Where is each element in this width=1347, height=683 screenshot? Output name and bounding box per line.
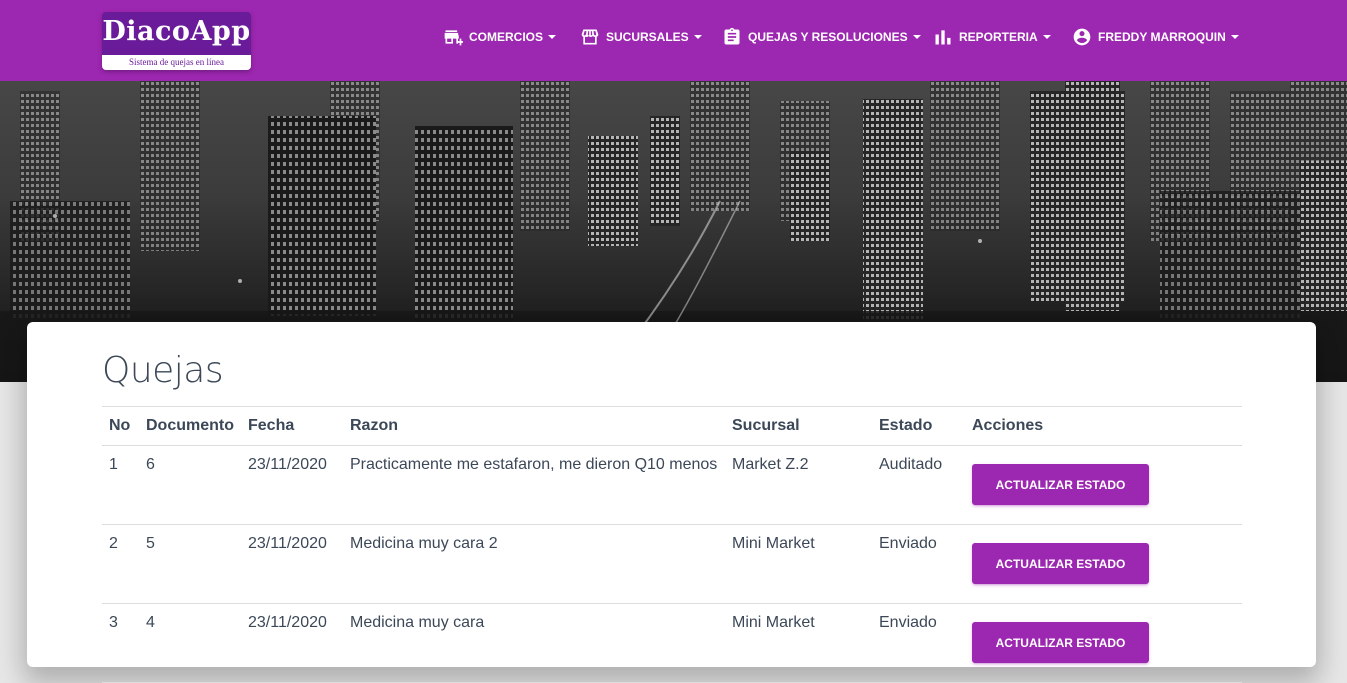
table-row: 3 4 23/11/2020 Medicina muy cara Mini Ma… — [102, 603, 1242, 683]
cell-sucursal: Mini Market — [725, 603, 872, 683]
complaints-table: No Documento Fecha Razon Sucursal Estado… — [102, 406, 1242, 683]
nav-user[interactable]: FREDDY MARROQUIN — [1072, 26, 1239, 48]
cell-acciones: ACTUALIZAR ESTADO — [965, 524, 1242, 604]
storefront-icon — [581, 29, 599, 45]
cell-razon: Practicamente me estafaron, me dieron Q1… — [343, 445, 725, 525]
column-header-razon: Razon — [343, 406, 725, 446]
cell-acciones: ACTUALIZAR ESTADO — [965, 445, 1242, 525]
bar-chart-icon — [935, 30, 951, 45]
page-title: Quejas — [102, 350, 224, 391]
nav-quejas[interactable]: QUEJAS Y RESOLUCIONES — [722, 26, 921, 48]
cell-razon: Medicina muy cara 2 — [343, 524, 725, 604]
navbar: DiacoApp Sistema de quejas en línea COME… — [0, 0, 1347, 81]
cell-documento: 6 — [139, 445, 241, 525]
brand-title: DiacoApp — [102, 16, 251, 47]
cell-sucursal: Market Z.2 — [725, 445, 872, 525]
cell-fecha: 23/11/2020 — [241, 445, 343, 525]
cell-documento: 5 — [139, 524, 241, 604]
brand-subtitle: Sistema de quejas en línea — [102, 55, 251, 70]
cell-estado: Enviado — [872, 603, 965, 683]
chevron-down-icon — [912, 35, 921, 39]
chevron-down-icon — [548, 35, 557, 39]
update-status-button[interactable]: ACTUALIZAR ESTADO — [972, 622, 1149, 663]
nav-sucursales[interactable]: SUCURSALES — [580, 26, 702, 48]
cell-razon: Medicina muy cara — [343, 603, 725, 683]
nav-comercios-label: COMERCIOS — [469, 30, 544, 44]
chevron-down-icon — [1042, 35, 1051, 39]
cell-estado: Enviado — [872, 524, 965, 604]
column-header-sucursal: Sucursal — [725, 406, 872, 446]
update-status-button[interactable]: ACTUALIZAR ESTADO — [972, 543, 1149, 584]
store-add-icon — [444, 30, 463, 46]
clipboard-icon — [724, 27, 740, 45]
complaints-card: Quejas No Documento Fecha Razon Sucursal… — [27, 322, 1316, 683]
chevron-down-icon — [693, 35, 702, 39]
cell-sucursal: Mini Market — [725, 524, 872, 604]
table-row: 2 5 23/11/2020 Medicina muy cara 2 Mini … — [102, 524, 1242, 604]
account-circle-icon — [1073, 28, 1091, 46]
nav-reporteria-label: REPORTERIA — [959, 30, 1038, 44]
cell-fecha: 23/11/2020 — [241, 603, 343, 683]
cell-no: 3 — [102, 603, 139, 683]
cell-no: 2 — [102, 524, 139, 604]
cell-acciones: ACTUALIZAR ESTADO — [965, 603, 1242, 683]
nav-quejas-label: QUEJAS Y RESOLUCIONES — [748, 30, 908, 44]
table-row: 1 6 23/11/2020 Practicamente me estafaro… — [102, 445, 1242, 525]
column-header-acciones: Acciones — [965, 406, 1242, 446]
nav-sucursales-label: SUCURSALES — [606, 30, 689, 44]
chevron-down-icon — [1230, 35, 1239, 39]
cell-estado: Auditado — [872, 445, 965, 525]
update-status-button[interactable]: ACTUALIZAR ESTADO — [972, 464, 1149, 505]
nav-comercios[interactable]: COMERCIOS — [443, 26, 557, 48]
cell-documento: 4 — [139, 603, 241, 683]
nav-user-label: FREDDY MARROQUIN — [1098, 30, 1226, 44]
cell-fecha: 23/11/2020 — [241, 524, 343, 604]
table-header: No Documento Fecha Razon Sucursal Estado… — [102, 406, 1242, 446]
brand-logo[interactable]: DiacoApp Sistema de quejas en línea — [102, 12, 251, 70]
cell-no: 1 — [102, 445, 139, 525]
column-header-no: No — [102, 406, 139, 446]
nav-reporteria[interactable]: REPORTERIA — [933, 26, 1051, 48]
column-header-fecha: Fecha — [241, 406, 343, 446]
column-header-documento: Documento — [139, 406, 241, 446]
column-header-estado: Estado — [872, 406, 965, 446]
